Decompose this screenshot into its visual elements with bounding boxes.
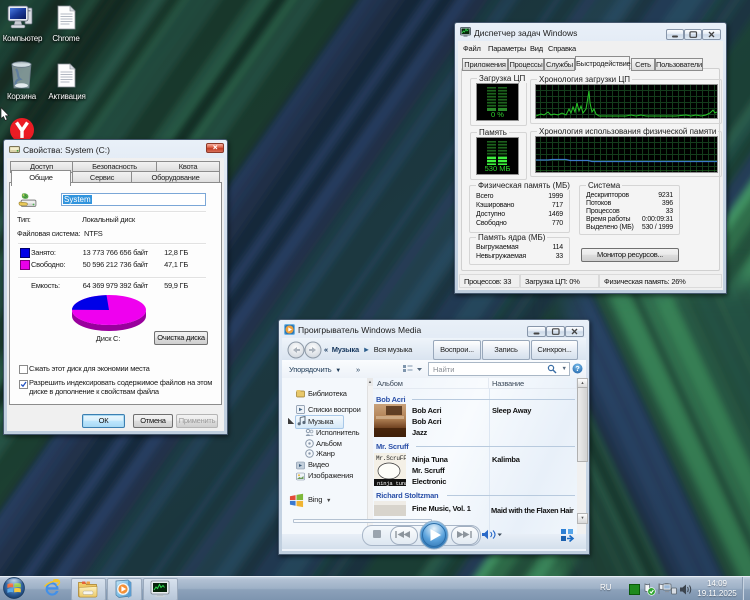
svg-text:ninja tuna: ninja tuna (377, 480, 406, 486)
svg-text:Mr.ScruFF: Mr.ScruFF (376, 455, 406, 462)
svg-text:?: ? (575, 364, 580, 373)
